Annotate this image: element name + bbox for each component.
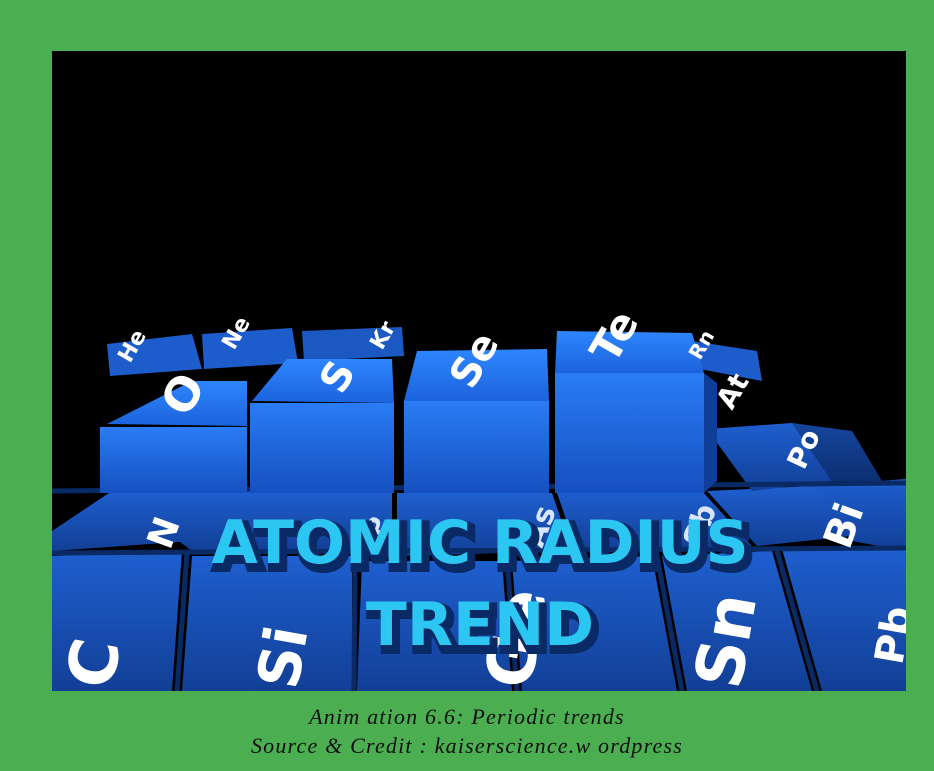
symbol-sn: Sn xyxy=(680,587,772,691)
caption-title: Anim ation 6.6: Periodic trends xyxy=(309,704,625,729)
animation-frame: He O Ne S Kr Se Te Rn At Po N Bi C Si Ge… xyxy=(52,51,906,691)
title-line1: ATOMIC RADIUS xyxy=(211,508,748,578)
green-frame: He O Ne S Kr Se Te Rn At Po N Bi C Si Ge… xyxy=(0,0,934,771)
title-line2: TREND xyxy=(366,590,594,660)
symbol-si: Si xyxy=(244,621,322,691)
periodic-table-3d-illustration: He O Ne S Kr Se Te Rn At Po N Bi C Si Ge… xyxy=(52,302,906,691)
caption-source: Source & Credit : kaiserscience.w ordpre… xyxy=(250,733,684,758)
